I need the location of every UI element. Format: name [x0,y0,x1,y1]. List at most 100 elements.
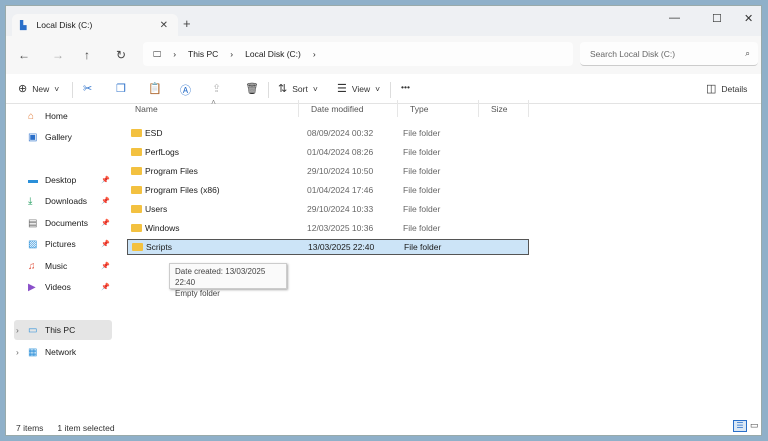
computer-icon: ▭ [28,324,38,336]
view-icon: ☰ [337,83,347,95]
sidebar-label: Home [45,111,68,121]
network-icon: ▦ [28,346,38,358]
tab-local-disk[interactable]: ▙ Local Disk (C:) ✕ [12,14,178,36]
sidebar-item-documents[interactable]: ▤ Documents 📌 [14,213,112,233]
music-icon: ♫ [28,260,36,272]
file-type: File folder [403,147,441,157]
sidebar-label: Documents [45,218,88,228]
column-header-type[interactable]: Type [398,100,479,117]
sort-label: Sort [292,83,308,94]
sidebar-item-gallery[interactable]: ▣ Gallery [14,127,112,147]
share-button[interactable]: ⇪ [212,82,221,95]
view-button[interactable]: ☰ View ˅ [337,82,380,95]
file-row[interactable]: ESD 08/09/2024 00:32 File folder [127,125,529,141]
rename-button[interactable]: Ⓐ [180,82,191,98]
new-tab-button[interactable]: + [183,16,191,31]
cut-button[interactable]: ✂ [83,82,92,95]
file-row[interactable]: Program Files (x86) 01/04/2024 17:46 File … [127,182,529,198]
pin-icon[interactable]: 📌 [101,262,110,270]
sidebar-item-desktop[interactable]: ▬ Desktop 📌 [14,170,112,190]
more-options-button[interactable]: ••• [401,82,410,92]
copy-button[interactable]: ❐ [116,82,126,95]
sidebar-label: Pictures [45,239,76,249]
file-type: File folder [403,185,441,195]
file-row[interactable]: Scripts 13/03/2025 22:40 File folder [127,239,529,255]
minimize-button[interactable]: — [669,12,680,24]
folder-icon [131,167,142,175]
delete-button[interactable]: 🗑 [245,82,259,95]
pin-icon[interactable]: 📌 [101,176,110,184]
paste-button[interactable]: 📋 [148,82,162,95]
tab-title: Local Disk (C:) [36,20,93,30]
address-bar[interactable]: 🖵 › This PC › Local Disk (C:) › [143,42,573,66]
sidebar-item-network[interactable]: › ▦ Network [14,342,112,362]
documents-icon: ▤ [28,217,38,229]
sidebar-item-pictures[interactable]: ▨ Pictures 📌 [14,234,112,254]
title-bar: ▙ Local Disk (C:) ✕ + — ☐ ✕ [6,6,761,36]
navigation-pane: ⌂ Home ▣ Gallery ▬ Desktop 📌 ⤓ Downloads 📌 ▤ Do… [6,104,116,416]
breadcrumb-this-pc[interactable]: This PC [188,49,218,59]
details-button[interactable]: ◫ Details [706,82,747,95]
close-button[interactable]: ✕ [744,12,753,25]
sidebar-label: Network [45,347,77,357]
sort-button[interactable]: ⇅ Sort ˅ [278,82,318,95]
divider [268,82,269,98]
file-date: 13/03/2025 22:40 [308,242,375,252]
sidebar-item-music[interactable]: ♫ Music 📌 [14,256,112,276]
view-label: View [351,83,371,94]
file-name: Program Files [145,166,198,176]
forward-button[interactable]: → [52,48,64,62]
file-row[interactable]: Windows 12/03/2025 10:36 File folder [127,220,529,236]
chevron-right-icon[interactable]: › [16,347,19,357]
sort-ascending-icon: ˄ [211,97,216,107]
sidebar-item-home[interactable]: ⌂ Home [14,106,112,126]
file-date: 01/04/2024 17:46 [307,185,374,195]
status-bar: 7 items 1 item selected [16,423,115,433]
navigation-bar: ← → ↑ ↻ 🖵 › This PC › Local Disk (C:) › Sea… [6,36,761,74]
column-header-name[interactable]: Name ˄ [123,97,299,117]
column-label: Size [491,103,508,114]
column-header-date[interactable]: Date modified [299,100,398,117]
search-input[interactable]: Search Local Disk (C:) ⌕ [580,42,758,66]
details-view-button[interactable]: ☰ [733,420,747,432]
search-icon: ⌕ [745,48,750,58]
file-date: 29/10/2024 10:33 [307,204,374,214]
chevron-right-icon[interactable]: › [16,325,19,335]
details-label: Details [721,83,748,94]
sidebar-item-downloads[interactable]: ⤓ Downloads 📌 [14,191,112,211]
file-row[interactable]: PerfLogs 01/04/2024 08:26 File folder [127,144,529,160]
pin-icon[interactable]: 📌 [101,219,110,227]
file-name: Windows [145,223,180,233]
file-name: ESD [145,128,163,138]
sidebar-item-this-pc[interactable]: › ▭ This PC [14,320,112,340]
new-button[interactable]: ⊕ New ˅ [18,82,59,95]
breadcrumb-local-disk[interactable]: Local Disk (C:) [245,49,301,59]
file-type: File folder [403,204,441,214]
sidebar-item-videos[interactable]: ▶ Videos 📌 [14,277,112,297]
pin-icon[interactable]: 📌 [101,197,110,205]
file-row[interactable]: Program Files 29/10/2024 10:50 File folder [127,163,529,179]
refresh-button[interactable]: ↻ [116,48,126,62]
chevron-right-icon: › [173,49,177,59]
computer-icon: 🖵 [153,48,162,59]
pin-icon[interactable]: 📌 [101,283,110,291]
file-row[interactable]: Users 29/10/2024 10:33 File folder [127,201,529,217]
sidebar-label: Music [45,261,68,271]
column-header-size[interactable]: Size [479,100,529,117]
close-tab-icon[interactable]: ✕ [160,20,168,31]
tooltip-date: Date created: 13/03/2025 22:40 [175,267,266,287]
file-type: File folder [403,166,441,176]
sort-icon: ⇅ [278,83,288,95]
plus-circle-icon: ⊕ [18,83,28,95]
file-date: 12/03/2025 10:36 [307,223,374,233]
folder-icon [131,205,142,213]
back-button[interactable]: ← [18,48,30,62]
pin-icon[interactable]: 📌 [101,240,110,248]
item-count: 7 items [16,423,44,433]
tiles-view-button[interactable]: ▭ [750,420,759,431]
tooltip-info: Empty folder [175,289,220,298]
new-label: New [32,83,50,94]
up-button[interactable]: ↑ [84,48,90,62]
chevron-down-icon: ˅ [312,83,318,94]
maximize-button[interactable]: ☐ [712,12,722,25]
